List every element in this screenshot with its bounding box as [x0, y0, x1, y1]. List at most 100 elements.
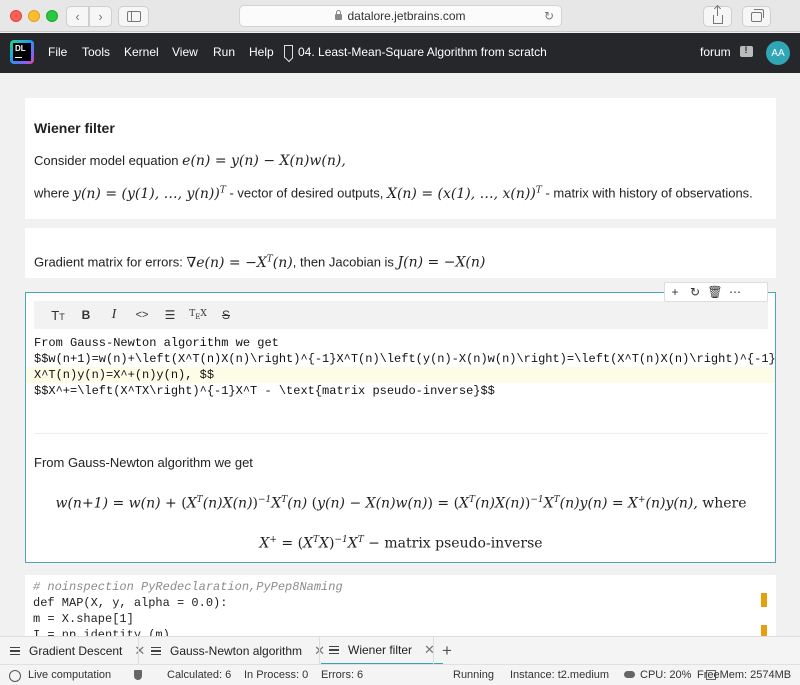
tab-gauss-newton[interactable]: Gauss-Newton algorithm ✕	[151, 637, 325, 665]
cloud-icon	[624, 671, 635, 678]
live-computation-toggle[interactable]	[9, 670, 21, 682]
notebook-title[interactable]: 04. Least-Mean-Square Algorithm from scr…	[298, 45, 547, 59]
bookmark-icon[interactable]	[284, 45, 293, 58]
add-tab-button[interactable]: +	[442, 641, 452, 661]
math-model-eq: e(n) = y(n) − X(n)w(n),	[182, 153, 346, 169]
tab-gradient-descent[interactable]: Gradient Descent ✕	[10, 637, 145, 665]
chevron-right-icon: ›	[98, 9, 103, 24]
code-cell-map[interactable]: # noinspection PyRedeclaration,PyPep8Nam…	[25, 575, 776, 636]
zoom-window-button[interactable]	[46, 10, 58, 22]
run-cell-button[interactable]: ↻	[685, 283, 705, 301]
status-bar: Live computation Calculated: 6 In Proces…	[0, 664, 800, 685]
browser-titlebar: ‹ › datalore.jetbrains.com ↻	[0, 0, 800, 32]
calculated-count: Calculated: 6	[167, 669, 232, 681]
strikethrough-button[interactable]: S	[212, 305, 240, 325]
tex-button[interactable]: TEX	[184, 305, 212, 325]
code-line: m = X.shape[1]	[33, 612, 134, 626]
minimize-window-button[interactable]	[28, 10, 40, 22]
sidebar-toggle-button[interactable]	[118, 6, 149, 27]
text-size-button[interactable]: TT	[44, 305, 72, 325]
notebook-content: Wiener filter Consider model equation e(…	[0, 73, 800, 636]
lock-icon	[335, 10, 343, 20]
feedback-icon[interactable]	[740, 45, 753, 57]
code-line: # noinspection PyRedeclaration,PyPep8Nam…	[33, 580, 343, 594]
code-line: I = np.identity (m)	[33, 628, 170, 636]
math-y-def: y(n) = (y(1), …, y(n))T	[73, 185, 226, 202]
menu-help[interactable]: Help	[249, 45, 274, 59]
errors-count[interactable]: Errors: 6	[321, 669, 363, 681]
bold-button[interactable]: B	[72, 305, 100, 325]
reload-icon[interactable]: ↻	[544, 9, 554, 23]
cpu-usage: CPU: 20%	[640, 669, 692, 681]
menu-tools[interactable]: Tools	[82, 45, 110, 59]
menu-kernel[interactable]: Kernel	[124, 45, 159, 59]
back-button[interactable]: ‹	[66, 6, 89, 27]
instance-type[interactable]: Instance: t2.medium	[510, 669, 609, 681]
math-gauss-newton-eq: w(n+1) = w(n) + (XT(n)X(n))−1XT(n) (y(n)…	[55, 495, 747, 512]
close-window-button[interactable]	[10, 10, 22, 22]
forward-button[interactable]: ›	[89, 6, 112, 27]
code-line: def MAP(X, y, alpha = 0.0):	[33, 596, 228, 610]
cell-heading: Wiener filter	[34, 120, 115, 136]
list-icon: ☰	[164, 308, 176, 322]
menu-view[interactable]: View	[172, 45, 198, 59]
tab-overview-button[interactable]	[742, 6, 771, 27]
code-button[interactable]: <>	[128, 305, 156, 325]
strikethrough-icon: S	[221, 308, 230, 322]
notebook-tabbar: Gradient Descent ✕ Gauss-Newton algorith…	[0, 636, 800, 665]
menu-icon	[151, 647, 161, 655]
format-toolbar: TT B I <> ☰ TEX S	[34, 301, 768, 329]
preview-intro: From Gauss-Newton algorithm we get	[34, 455, 253, 470]
markdown-cell-editing[interactable]: TT B I <> ☰ TEX S From Gauss-Newton algo…	[25, 292, 776, 563]
menu-icon	[329, 646, 339, 654]
shield-icon	[134, 670, 142, 680]
markdown-preview: From Gauss-Newton algorithm we get w(n+1…	[34, 455, 768, 561]
math-gradient: ∇e(n) = −XT(n)	[186, 254, 293, 271]
avatar[interactable]: AA	[766, 41, 790, 65]
italic-icon: I	[111, 307, 117, 322]
code-icon: <>	[135, 309, 149, 321]
menu-icon	[10, 647, 20, 655]
bold-icon: B	[81, 308, 91, 322]
url-text: datalore.jetbrains.com	[347, 9, 466, 23]
list-button[interactable]: ☰	[156, 305, 184, 325]
datalore-logo[interactable]: DL	[10, 40, 34, 64]
tab-separator	[319, 637, 320, 665]
math-pseudo-inverse-eq: X+ = (XTX)−1XT − matrix pseudo-inverse	[259, 534, 543, 552]
markdown-cell-wiener[interactable]: Wiener filter Consider model equation e(…	[25, 98, 776, 219]
text-size-icon: TT	[51, 307, 65, 323]
markdown-cell-gradient[interactable]: Gradient matrix for errors: ∇e(n) = −XT(…	[25, 228, 776, 278]
warning-marker[interactable]	[761, 625, 767, 636]
source-line-current: X^T(n)y(n)=X^+(n)y(n), $$	[26, 367, 775, 383]
tab-wiener-filter[interactable]: Wiener filter ✕	[321, 637, 443, 665]
source-line: $$X^+=\left(X^TX\right)^{-1}X^T - \text{…	[34, 384, 495, 398]
add-cell-button[interactable]: +	[665, 283, 685, 301]
more-actions-button[interactable]: ⋯	[725, 283, 745, 301]
plus-icon: +	[671, 285, 679, 299]
more-icon: ⋯	[729, 285, 741, 299]
forum-link[interactable]: forum	[700, 45, 731, 59]
delete-cell-button[interactable]: 🗑	[705, 283, 725, 301]
free-memory: FreeMem: 2574MB	[697, 669, 792, 681]
warning-marker[interactable]	[761, 593, 767, 607]
in-process-count: In Process: 0	[244, 669, 309, 681]
tex-icon: TEX	[189, 309, 207, 321]
close-icon[interactable]: ✕	[134, 643, 145, 659]
model-equation-line: Consider model equation e(n) = y(n) − X(…	[34, 153, 346, 169]
tabs-icon	[751, 8, 764, 22]
kernel-status: Running	[453, 669, 494, 681]
editor-preview-divider	[34, 433, 768, 434]
menu-file[interactable]: File	[48, 45, 67, 59]
source-line: From Gauss-Newton algorithm we get	[34, 336, 279, 350]
address-bar[interactable]: datalore.jetbrains.com ↻	[239, 5, 562, 27]
markdown-source-editor[interactable]: From Gauss-Newton algorithm we get $$w(n…	[26, 335, 775, 399]
chevron-left-icon: ‹	[75, 9, 80, 24]
trash-icon: 🗑	[707, 285, 723, 299]
menu-run[interactable]: Run	[213, 45, 235, 59]
live-computation-label: Live computation	[28, 669, 112, 681]
sidebar-icon	[127, 11, 141, 22]
definitions-line: where y(n) = (y(1), …, y(n))T - vector o…	[34, 185, 753, 202]
source-line: $$w(n+1)=w(n)+\left(X^T(n)X(n)\right)^{-…	[34, 352, 775, 366]
italic-button[interactable]: I	[100, 305, 128, 325]
share-button[interactable]	[703, 6, 732, 27]
